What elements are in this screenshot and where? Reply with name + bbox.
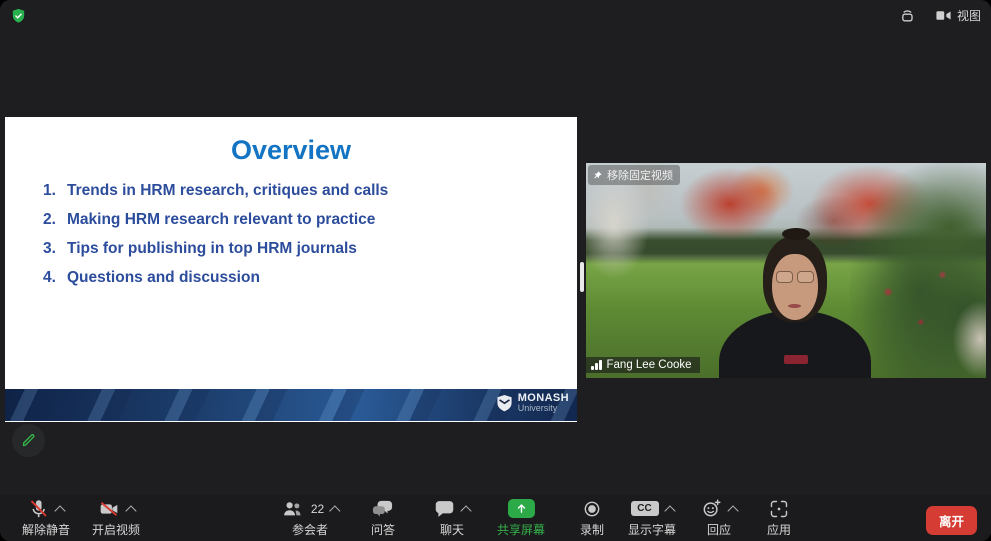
reactions-options-caret[interactable]	[727, 505, 738, 516]
camera-off-icon	[97, 499, 119, 519]
monash-logo-text: MONASH University	[518, 393, 569, 413]
participants-options-caret[interactable]	[330, 505, 341, 516]
meeting-canvas: 视图 Overview 1. Trends in HRM research, c…	[0, 0, 991, 541]
list-item-text: Tips for publishing in top HRM journals	[67, 241, 357, 257]
reactions-label: 回应	[707, 521, 731, 538]
slide-list: 1. Trends in HRM research, critiques and…	[43, 183, 565, 299]
participant-name-label: Fang Lee Cooke	[586, 357, 700, 373]
annotate-button[interactable]	[12, 424, 45, 457]
participants-icon	[281, 499, 304, 519]
record-icon	[582, 499, 602, 519]
start-video-button[interactable]: 开启视频	[92, 498, 140, 538]
speaker-chest-badge	[784, 355, 808, 364]
view-button-label: 视图	[957, 7, 981, 24]
monash-name: MONASH	[518, 393, 569, 403]
list-item-number: 2.	[43, 212, 67, 228]
unmute-button[interactable]: 解除静音	[22, 498, 70, 538]
list-item: 3. Tips for publishing in top HRM journa…	[43, 241, 565, 257]
monash-logo: MONASH University	[496, 393, 569, 413]
apps-button[interactable]: 应用	[767, 498, 791, 538]
speaker-hair-bun	[782, 228, 810, 240]
signal-bars-icon	[591, 360, 602, 370]
topbar-right-controls: 视图	[897, 4, 981, 26]
captions-button[interactable]: CC 显示字幕	[628, 498, 676, 538]
list-item-text: Trends in HRM research, critiques and ca…	[67, 183, 388, 199]
list-item-number: 3.	[43, 241, 67, 257]
apps-label: 应用	[767, 521, 791, 538]
captions-options-caret[interactable]	[664, 505, 675, 516]
share-screen-button[interactable]: 共享屏幕	[497, 498, 545, 538]
list-item: 1. Trends in HRM research, critiques and…	[43, 183, 565, 199]
video-tile[interactable]: 移除固定视频 Fang Lee Cooke	[586, 163, 986, 378]
monash-sub: University	[518, 403, 569, 413]
view-button[interactable]: 视图	[935, 7, 981, 24]
record-label: 录制	[580, 521, 604, 538]
list-item: 4. Questions and discussion	[43, 270, 565, 286]
share-screen-label: 共享屏幕	[497, 521, 545, 538]
captions-label: 显示字幕	[628, 521, 676, 538]
panel-resize-handle[interactable]	[580, 262, 584, 292]
pin-icon	[592, 170, 603, 181]
video-scene-bushes	[850, 163, 986, 378]
pencil-icon	[20, 432, 37, 449]
meeting-toolbar: 解除静音 开启视频	[0, 495, 991, 541]
list-item-number: 1.	[43, 183, 67, 199]
record-button[interactable]: 录制	[580, 498, 604, 538]
chat-label: 聊天	[440, 521, 464, 538]
slide-footer-banner: MONASH University	[5, 389, 577, 421]
unmute-options-caret[interactable]	[54, 505, 65, 516]
reactions-smiley-icon	[701, 498, 722, 519]
unmute-label: 解除静音	[22, 521, 70, 538]
video-options-caret[interactable]	[125, 505, 136, 516]
shared-screen-slide: Overview 1. Trends in HRM research, crit…	[5, 117, 577, 422]
qa-bubbles-icon	[372, 499, 394, 519]
chat-button[interactable]: 聊天	[434, 498, 470, 538]
apps-icon	[769, 499, 789, 519]
reactions-button[interactable]: 回应	[701, 498, 737, 538]
start-video-label: 开启视频	[92, 521, 140, 538]
speaker-lips	[788, 304, 801, 308]
chat-options-caret[interactable]	[460, 505, 471, 516]
speaker-glasses	[776, 271, 814, 282]
leave-meeting-button[interactable]: 离开	[926, 506, 977, 535]
zoom-meeting-window: 视图 Overview 1. Trends in HRM research, c…	[0, 0, 991, 541]
qa-label: 问答	[371, 521, 395, 538]
list-item: 2. Making HRM research relevant to pract…	[43, 212, 565, 228]
microphone-muted-icon	[28, 498, 49, 519]
pinned-video-label[interactable]: 移除固定视频	[588, 165, 680, 185]
list-item-text: Making HRM research relevant to practice	[67, 212, 375, 228]
float-view-icon[interactable]	[897, 5, 917, 25]
qa-button[interactable]: 问答	[371, 498, 395, 538]
cc-icon: CC	[630, 501, 658, 516]
participants-count: 22	[311, 502, 324, 516]
chat-bubble-icon	[434, 499, 455, 519]
list-item-text: Questions and discussion	[67, 270, 260, 286]
list-item-number: 4.	[43, 270, 67, 286]
participants-button[interactable]: 22 参会者	[281, 498, 339, 538]
share-screen-icon	[507, 499, 534, 518]
speaker-face	[772, 254, 818, 320]
security-shield-icon[interactable]	[10, 7, 27, 25]
slide-title: Overview	[5, 135, 577, 166]
participants-label: 参会者	[292, 521, 328, 538]
participant-name: Fang Lee Cooke	[607, 359, 692, 371]
pinned-video-label-text: 移除固定视频	[607, 167, 673, 183]
view-layout-icon	[935, 8, 952, 23]
monash-shield-icon	[496, 394, 513, 413]
